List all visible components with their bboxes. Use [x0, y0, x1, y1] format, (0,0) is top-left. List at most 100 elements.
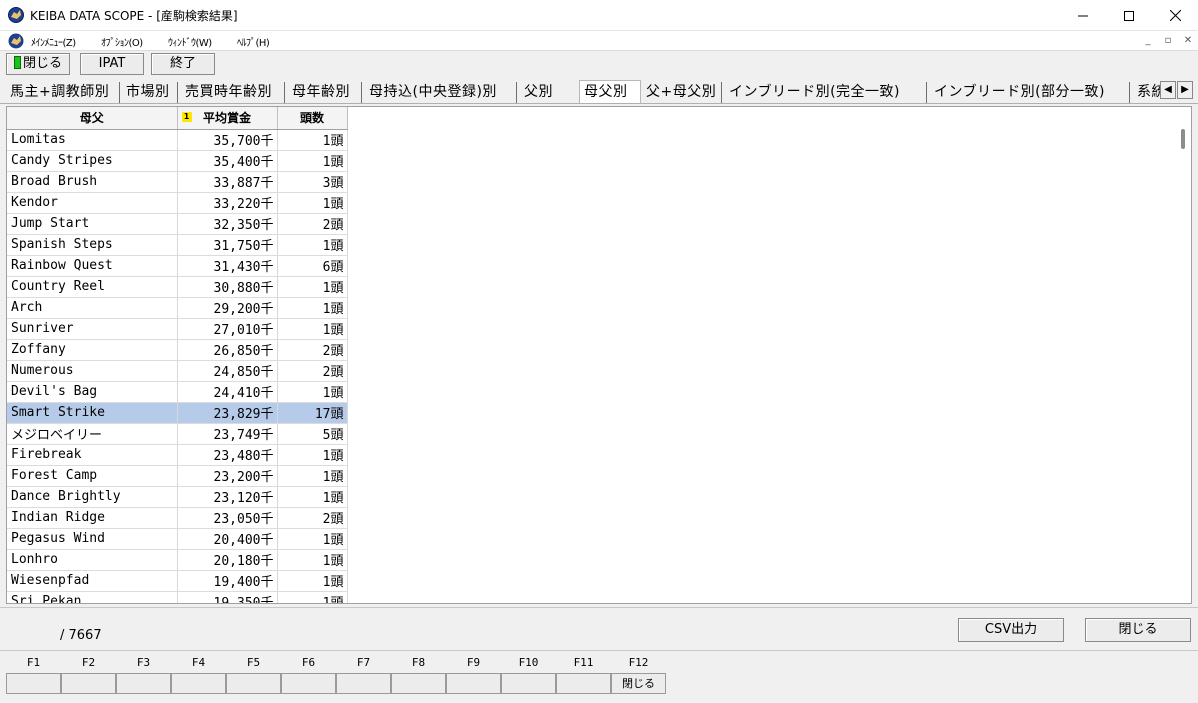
toolbar-close-button[interactable]: 閉じる: [6, 53, 70, 75]
cell-broodmare-sire: Rainbow Quest: [7, 255, 178, 277]
fkey-button-f3[interactable]: [116, 673, 171, 694]
cell-broodmare-sire: Smart Strike: [7, 402, 178, 424]
fkey-label-f2: F2: [81, 656, 96, 669]
cell-avg-prize: 20,180千: [177, 549, 278, 571]
maximize-button[interactable]: [1106, 0, 1152, 31]
cell-broodmare-sire: Country Reel: [7, 276, 178, 298]
mdi-restore-icon[interactable]: ▫: [1161, 34, 1175, 48]
table-row[interactable]: Spanish Steps 31,750千 1頭: [7, 234, 348, 256]
menu-window[interactable]: ｳｨﾝﾄﾞｳ(W): [168, 34, 212, 49]
cell-count: 1頭: [277, 318, 348, 340]
csv-export-button[interactable]: CSV出力: [958, 618, 1064, 642]
tab-sale-age[interactable]: 売買時年齢別: [181, 82, 285, 103]
cell-avg-prize: 35,700千: [177, 129, 278, 151]
cell-broodmare-sire: Lomitas: [7, 129, 178, 151]
tab-dam-import[interactable]: 母持込(中央登録)別: [365, 82, 517, 103]
tab-strip: 馬主+調教師別 市場別 売買時年齢別 母年齢別 母持込(中央登録)別 父別 母父…: [0, 80, 1198, 104]
cell-count: 1頭: [277, 549, 348, 571]
table-row[interactable]: Firebreak 23,480千 1頭: [7, 444, 348, 466]
tab-market[interactable]: 市場別: [122, 82, 178, 103]
table-row[interactable]: Wiesenpfad 19,400千 1頭: [7, 570, 348, 592]
results-grid[interactable]: 母父 1 平均賞金 頭数 Lomitas 35,700千 1頭 Candy Strip…: [6, 106, 1192, 604]
table-row[interactable]: Forest Camp 23,200千 1頭: [7, 465, 348, 487]
menu-main[interactable]: ﾒｲﾝﾒﾆｭｰ(Z): [31, 34, 76, 49]
fkey-button-f11[interactable]: [556, 673, 611, 694]
column-header-count[interactable]: 頭数: [277, 107, 348, 130]
cell-broodmare-sire: Firebreak: [7, 444, 178, 466]
tab-broodmare-sire[interactable]: 母父別: [579, 80, 641, 103]
cell-broodmare-sire: Dance Brightly: [7, 486, 178, 508]
cell-avg-prize: 24,410千: [177, 381, 278, 403]
cell-count: 1頭: [277, 486, 348, 508]
table-row[interactable]: Lonhro 20,180千 1頭: [7, 549, 348, 571]
table-row[interactable]: Numerous 24,850千 2頭: [7, 360, 348, 382]
tab-scroll-left-icon[interactable]: ◀: [1160, 81, 1176, 99]
results-table: 母父 1 平均賞金 頭数 Lomitas 35,700千 1頭 Candy Strip…: [7, 107, 348, 603]
cell-avg-prize: 23,120千: [177, 486, 278, 508]
cell-avg-prize: 23,050千: [177, 507, 278, 529]
fkey-button-f7[interactable]: [336, 673, 391, 694]
vertical-scrollbar-thumb[interactable]: [1181, 129, 1185, 149]
fkey-button-f8[interactable]: [391, 673, 446, 694]
table-row[interactable]: Rainbow Quest 31,430千 6頭: [7, 255, 348, 277]
table-row[interactable]: Smart Strike 23,829千 17頭: [7, 402, 348, 424]
menu-options[interactable]: ｵﾌﾟｼｮﾝ(O): [101, 34, 143, 49]
cell-count: 1頭: [277, 381, 348, 403]
column-header-avg-prize[interactable]: 1 平均賞金: [177, 107, 278, 130]
app-menu-icon[interactable]: [8, 33, 24, 49]
table-row[interactable]: Kendor 33,220千 1頭: [7, 192, 348, 214]
table-row[interactable]: Jump Start 32,350千 2頭: [7, 213, 348, 235]
fkey-button-f10[interactable]: [501, 673, 556, 694]
table-row[interactable]: Lomitas 35,700千 1頭: [7, 129, 348, 151]
cell-avg-prize: 27,010千: [177, 318, 278, 340]
fkey-button-f1[interactable]: [6, 673, 61, 694]
fkey-button-f5[interactable]: [226, 673, 281, 694]
fkey-label-f7: F7: [356, 656, 371, 669]
fkey-button-f12[interactable]: 閉じる: [611, 673, 666, 694]
table-row[interactable]: Country Reel 30,880千 1頭: [7, 276, 348, 298]
tab-owner-trainer[interactable]: 馬主+調教師別: [6, 82, 120, 103]
table-row[interactable]: Dance Brightly 23,120千 1頭: [7, 486, 348, 508]
table-row[interactable]: Devil's Bag 24,410千 1頭: [7, 381, 348, 403]
cell-broodmare-sire: Numerous: [7, 360, 178, 382]
tab-scroll-right-icon[interactable]: ▶: [1177, 81, 1193, 99]
table-row[interactable]: Indian Ridge 23,050千 2頭: [7, 507, 348, 529]
tab-inbreed-exact[interactable]: インブリード別(完全一致): [725, 82, 927, 103]
mdi-minimize-icon[interactable]: _: [1141, 34, 1155, 48]
table-row[interactable]: Pegasus Wind 20,400千 1頭: [7, 528, 348, 550]
cell-avg-prize: 19,400千: [177, 570, 278, 592]
minimize-button[interactable]: [1060, 0, 1106, 31]
tab-sire[interactable]: 父別: [520, 82, 576, 103]
close-icon: [1169, 10, 1181, 21]
tab-inbreed-partial[interactable]: インブリード別(部分一致): [930, 82, 1130, 103]
menu-help[interactable]: ﾍﾙﾌﾟ(H): [237, 34, 270, 49]
title-bar: KEIBA DATA SCOPE - [産駒検索結果]: [0, 0, 1198, 31]
table-row[interactable]: Sri Pekan 19,350千 1頭: [7, 591, 348, 603]
fkey-button-f2[interactable]: [61, 673, 116, 694]
table-row[interactable]: Candy Stripes 35,400千 1頭: [7, 150, 348, 172]
mdi-close-icon[interactable]: ✕: [1181, 34, 1195, 48]
maximize-icon: [1124, 10, 1134, 21]
table-row[interactable]: Sunriver 27,010千 1頭: [7, 318, 348, 340]
tab-sire-broodmare-sire[interactable]: 父+母父別: [642, 82, 722, 103]
table-row[interactable]: メジロベイリー 23,749千 5頭: [7, 423, 348, 445]
cell-count: 1頭: [277, 570, 348, 592]
fkey-label-f4: F4: [191, 656, 206, 669]
close-button[interactable]: 閉じる: [1085, 618, 1191, 642]
close-window-button[interactable]: [1152, 0, 1198, 31]
table-row[interactable]: Arch 29,200千 1頭: [7, 297, 348, 319]
table-row[interactable]: Zoffany 26,850千 2頭: [7, 339, 348, 361]
column-header-broodmare-sire[interactable]: 母父: [7, 107, 178, 130]
fkey-button-f4[interactable]: [171, 673, 226, 694]
cell-broodmare-sire: Zoffany: [7, 339, 178, 361]
fkey-button-f9[interactable]: [446, 673, 501, 694]
exit-button[interactable]: 終了: [151, 53, 215, 75]
cell-avg-prize: 23,829千: [177, 402, 278, 424]
tab-dam-age[interactable]: 母年齢別: [288, 82, 362, 103]
tab-lineage[interactable]: 系統: [1133, 82, 1163, 103]
table-row[interactable]: Broad Brush 33,887千 3頭: [7, 171, 348, 193]
cell-avg-prize: 29,200千: [177, 297, 278, 319]
ipat-button[interactable]: IPAT: [80, 53, 144, 75]
fkey-button-f6[interactable]: [281, 673, 336, 694]
cell-avg-prize: 24,850千: [177, 360, 278, 382]
